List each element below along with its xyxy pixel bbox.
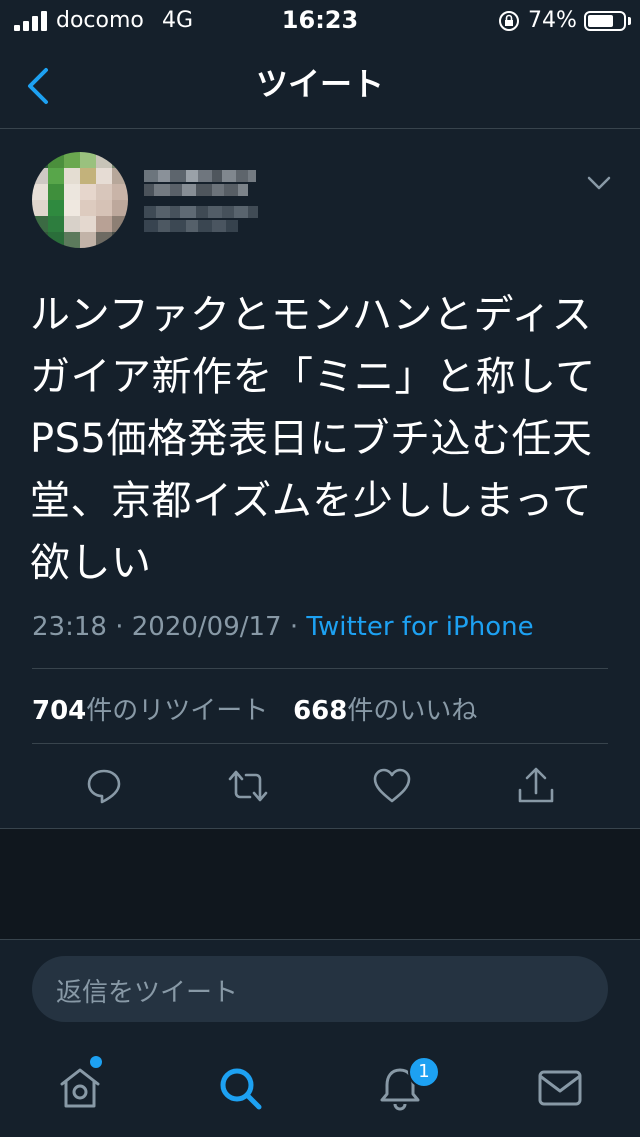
author-handle-redacted	[144, 206, 258, 232]
tweet-meta: 23:18 · 2020/09/17 · Twitter for iPhone	[32, 612, 534, 642]
meta-separator: ·	[115, 612, 124, 642]
mail-icon[interactable]	[536, 1064, 584, 1112]
like-count: 668	[293, 696, 348, 726]
retweet-count: 704	[32, 696, 87, 726]
divider	[32, 668, 608, 669]
tweet-text: ルンファクとモンハンとディス ガイア新作を「ミニ」と称して PS5価格発表日にブ…	[30, 292, 596, 586]
divider	[32, 743, 608, 744]
tweet-date: 2020/09/17	[131, 612, 282, 642]
reply-icon[interactable]	[84, 766, 124, 806]
author-name-redacted[interactable]	[144, 170, 256, 196]
like-icon[interactable]	[372, 766, 412, 806]
nav-bar: ツイート	[0, 44, 640, 129]
retweet-icon[interactable]	[228, 766, 268, 806]
meta-separator-2: ·	[289, 612, 299, 642]
share-icon[interactable]	[516, 766, 556, 806]
retweet-label: 件のリツイート	[86, 696, 269, 726]
home-icon[interactable]	[56, 1064, 104, 1112]
rotation-lock-icon	[499, 11, 519, 31]
search-icon[interactable]	[216, 1064, 264, 1112]
like-label: 件のいいね	[347, 696, 478, 726]
home-new-dot	[90, 1056, 102, 1068]
empty-replies-area	[0, 829, 640, 939]
chevron-down-icon[interactable]	[586, 174, 612, 192]
battery-tip	[628, 17, 631, 25]
tweet-source-link[interactable]: Twitter for iPhone	[306, 612, 533, 642]
avatar[interactable]	[32, 152, 128, 248]
battery-icon	[584, 11, 626, 31]
page-title: ツイート	[255, 65, 384, 103]
notification-badge: 1	[408, 1056, 440, 1088]
like-stat[interactable]: 668件のいいね	[293, 696, 477, 726]
tweet-time: 23:18	[32, 612, 107, 642]
reply-input[interactable]: 返信をツイート	[32, 956, 608, 1022]
status-bar: docomo 4G 16:23 74%	[0, 0, 640, 44]
reply-placeholder: 返信をツイート	[56, 978, 239, 1008]
retweet-stat[interactable]: 704件のリツイート	[32, 696, 268, 726]
tweet-stats: 704件のリツイート 668件のいいね	[32, 690, 477, 727]
battery-percent: 74%	[528, 8, 577, 33]
